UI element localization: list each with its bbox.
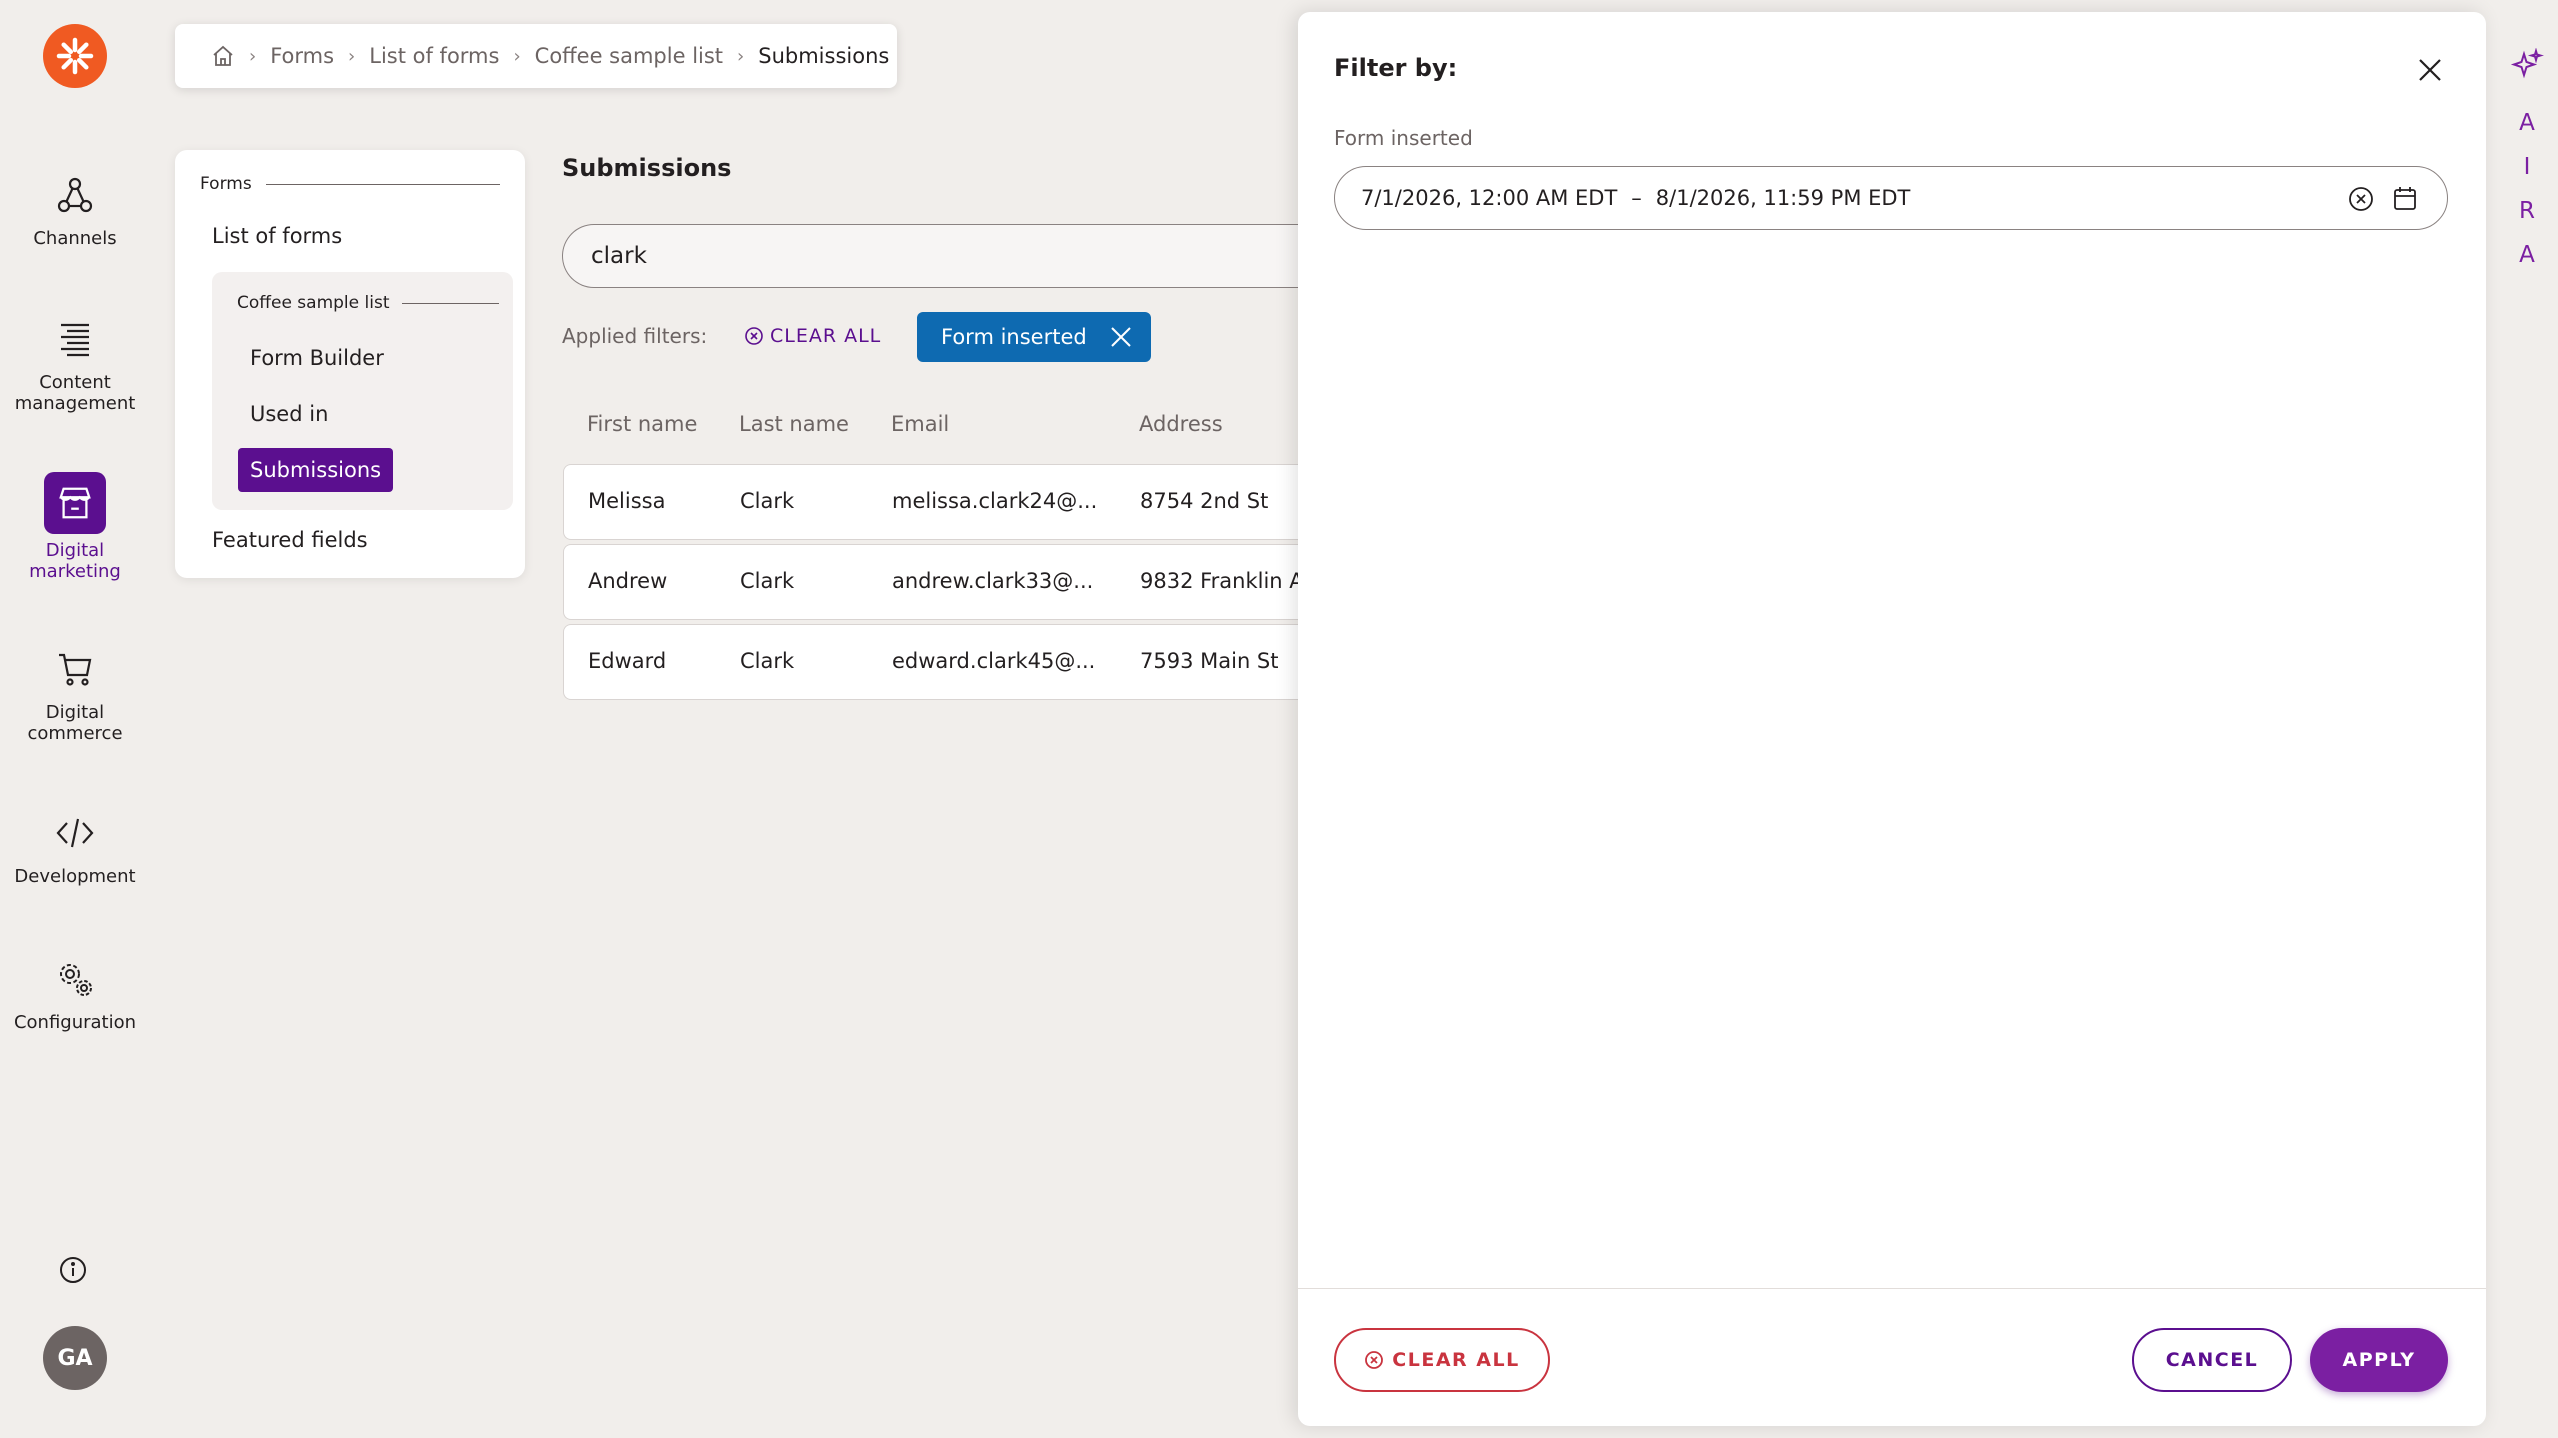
rail-item-digital-marketing[interactable]: Digital marketing (0, 472, 150, 582)
cell-email: andrew.clark33@... (892, 569, 1094, 593)
avatar[interactable]: GA (43, 1326, 107, 1390)
cancel-button[interactable]: CANCEL (2132, 1328, 2292, 1392)
cancel-button-label: CANCEL (2165, 1349, 2259, 1371)
breadcrumb-list-of-forms[interactable]: List of forms (369, 44, 499, 68)
close-icon[interactable] (2414, 54, 2446, 86)
clear-circle-icon (1365, 1351, 1384, 1369)
cell-last-name: Clark (740, 569, 795, 593)
date-from: 7/1/2026, 12:00 AM EDT (1361, 186, 1618, 210)
cell-email: edward.clark45@... (892, 649, 1096, 673)
rail-item-channels[interactable]: Channels (0, 168, 150, 249)
info-icon[interactable] (58, 1255, 88, 1285)
nav-subgroup-header: Coffee sample list (237, 293, 499, 313)
nav-submissions[interactable]: Submissions (238, 448, 394, 492)
breadcrumb-coffee-sample-list[interactable]: Coffee sample list (535, 44, 723, 68)
page-title: Submissions (562, 154, 732, 182)
date-separator: – (1631, 186, 1642, 210)
divider (265, 183, 500, 185)
rail-label: Digital marketing (29, 540, 121, 582)
ai-letter: I (2523, 154, 2531, 180)
column-header-address[interactable]: Address (1139, 412, 1223, 436)
search-value: clark (591, 243, 647, 269)
forms-nav-card: Forms List of forms Coffee sample list F… (175, 150, 525, 578)
divider (401, 302, 499, 304)
ai-assistant-strip[interactable]: A I R A (2496, 0, 2558, 1438)
rail-label: Digital commerce (27, 702, 123, 744)
breadcrumb: › Forms › List of forms › Coffee sample … (175, 24, 897, 88)
chip-label: Form inserted (941, 325, 1087, 349)
chevron-right-icon: › (348, 45, 356, 67)
apply-button-label: APPLY (2342, 1349, 2416, 1371)
clear-circle-icon (745, 327, 763, 345)
cell-address: 8754 2nd St (1140, 489, 1269, 513)
applied-filters-label: Applied filters: (562, 324, 708, 348)
content-management-icon (48, 312, 102, 366)
rail-item-development[interactable]: Development (0, 806, 150, 887)
sparkle-icon[interactable] (2510, 48, 2544, 82)
rail-item-configuration[interactable]: Configuration (0, 952, 150, 1033)
date-range-input[interactable]: 7/1/2026, 12:00 AM EDT – 8/1/2026, 11:59… (1334, 166, 2448, 230)
cell-last-name: Clark (740, 489, 795, 513)
code-icon (48, 806, 102, 860)
home-icon[interactable] (211, 44, 235, 68)
chevron-right-icon: › (513, 45, 521, 67)
nav-used-in[interactable]: Used in (250, 402, 328, 426)
cart-icon (48, 642, 102, 696)
table-row[interactable]: Edward Clark edward.clark45@... 7593 Mai… (563, 624, 1303, 700)
clear-all-filters-link[interactable]: CLEAR ALL (744, 325, 881, 347)
column-header-email[interactable]: Email (891, 412, 949, 436)
cell-address: 9832 Franklin Av (1140, 569, 1315, 593)
cell-first-name: Melissa (588, 489, 666, 513)
filter-chip-form-inserted[interactable]: Form inserted (917, 312, 1151, 362)
cell-address: 7593 Main St (1140, 649, 1279, 673)
nav-section-label: Forms (200, 174, 252, 194)
field-label-form-inserted: Form inserted (1334, 126, 1473, 150)
nav-form-builder[interactable]: Form Builder (250, 346, 384, 370)
rail-item-content-management[interactable]: Content management (0, 312, 150, 414)
clear-all-button[interactable]: CLEAR ALL (1334, 1328, 1550, 1392)
chevron-right-icon: › (249, 45, 257, 67)
column-header-last-name[interactable]: Last name (739, 412, 849, 436)
apply-button[interactable]: APPLY (2310, 1328, 2448, 1392)
rail-label: Development (14, 866, 136, 887)
cell-last-name: Clark (740, 649, 795, 673)
cell-first-name: Andrew (588, 569, 668, 593)
ai-letter: R (2519, 198, 2535, 224)
rail-label: Channels (33, 228, 117, 249)
cell-email: melissa.clark24@... (892, 489, 1098, 513)
nav-list-of-forms[interactable]: List of forms (212, 224, 342, 248)
clear-all-button-label: CLEAR ALL (1392, 1349, 1520, 1371)
nav-subgroup-label: Coffee sample list (237, 293, 390, 313)
rail-label: Configuration (13, 1012, 137, 1033)
breadcrumb-forms[interactable]: Forms (270, 44, 334, 68)
clear-circle-icon[interactable] (2347, 185, 2375, 213)
table-row[interactable]: Melissa Clark melissa.clark24@... 8754 2… (563, 464, 1303, 540)
filter-panel: Filter by: Form inserted 7/1/2026, 12:00… (1298, 12, 2486, 1426)
clear-all-label: CLEAR ALL (770, 325, 882, 347)
channels-icon (48, 168, 102, 222)
ai-letter: A (2519, 242, 2535, 268)
rail-label: Content management (14, 372, 136, 414)
chevron-right-icon: › (737, 45, 745, 67)
close-icon[interactable] (1109, 325, 1133, 349)
calendar-icon[interactable] (2391, 185, 2419, 213)
nav-section-header: Forms (200, 174, 500, 194)
cell-first-name: Edward (588, 649, 667, 673)
date-to: 8/1/2026, 11:59 PM EDT (1655, 186, 1911, 210)
gears-icon (48, 952, 102, 1006)
panel-title: Filter by: (1334, 54, 1458, 82)
search-input[interactable]: clark (562, 224, 1302, 288)
digital-marketing-icon (44, 472, 106, 534)
divider (1298, 1288, 2486, 1289)
column-header-first-name[interactable]: First name (587, 412, 697, 436)
rail-item-digital-commerce[interactable]: Digital commerce (0, 642, 150, 744)
app-logo-icon[interactable] (43, 24, 107, 88)
ai-letter: A (2519, 110, 2535, 136)
nav-featured-fields[interactable]: Featured fields (212, 528, 368, 552)
left-rail: Channels Content management Digital mark… (0, 0, 150, 1438)
breadcrumb-submissions: Submissions (758, 44, 890, 68)
table-row[interactable]: Andrew Clark andrew.clark33@... 9832 Fra… (563, 544, 1315, 620)
